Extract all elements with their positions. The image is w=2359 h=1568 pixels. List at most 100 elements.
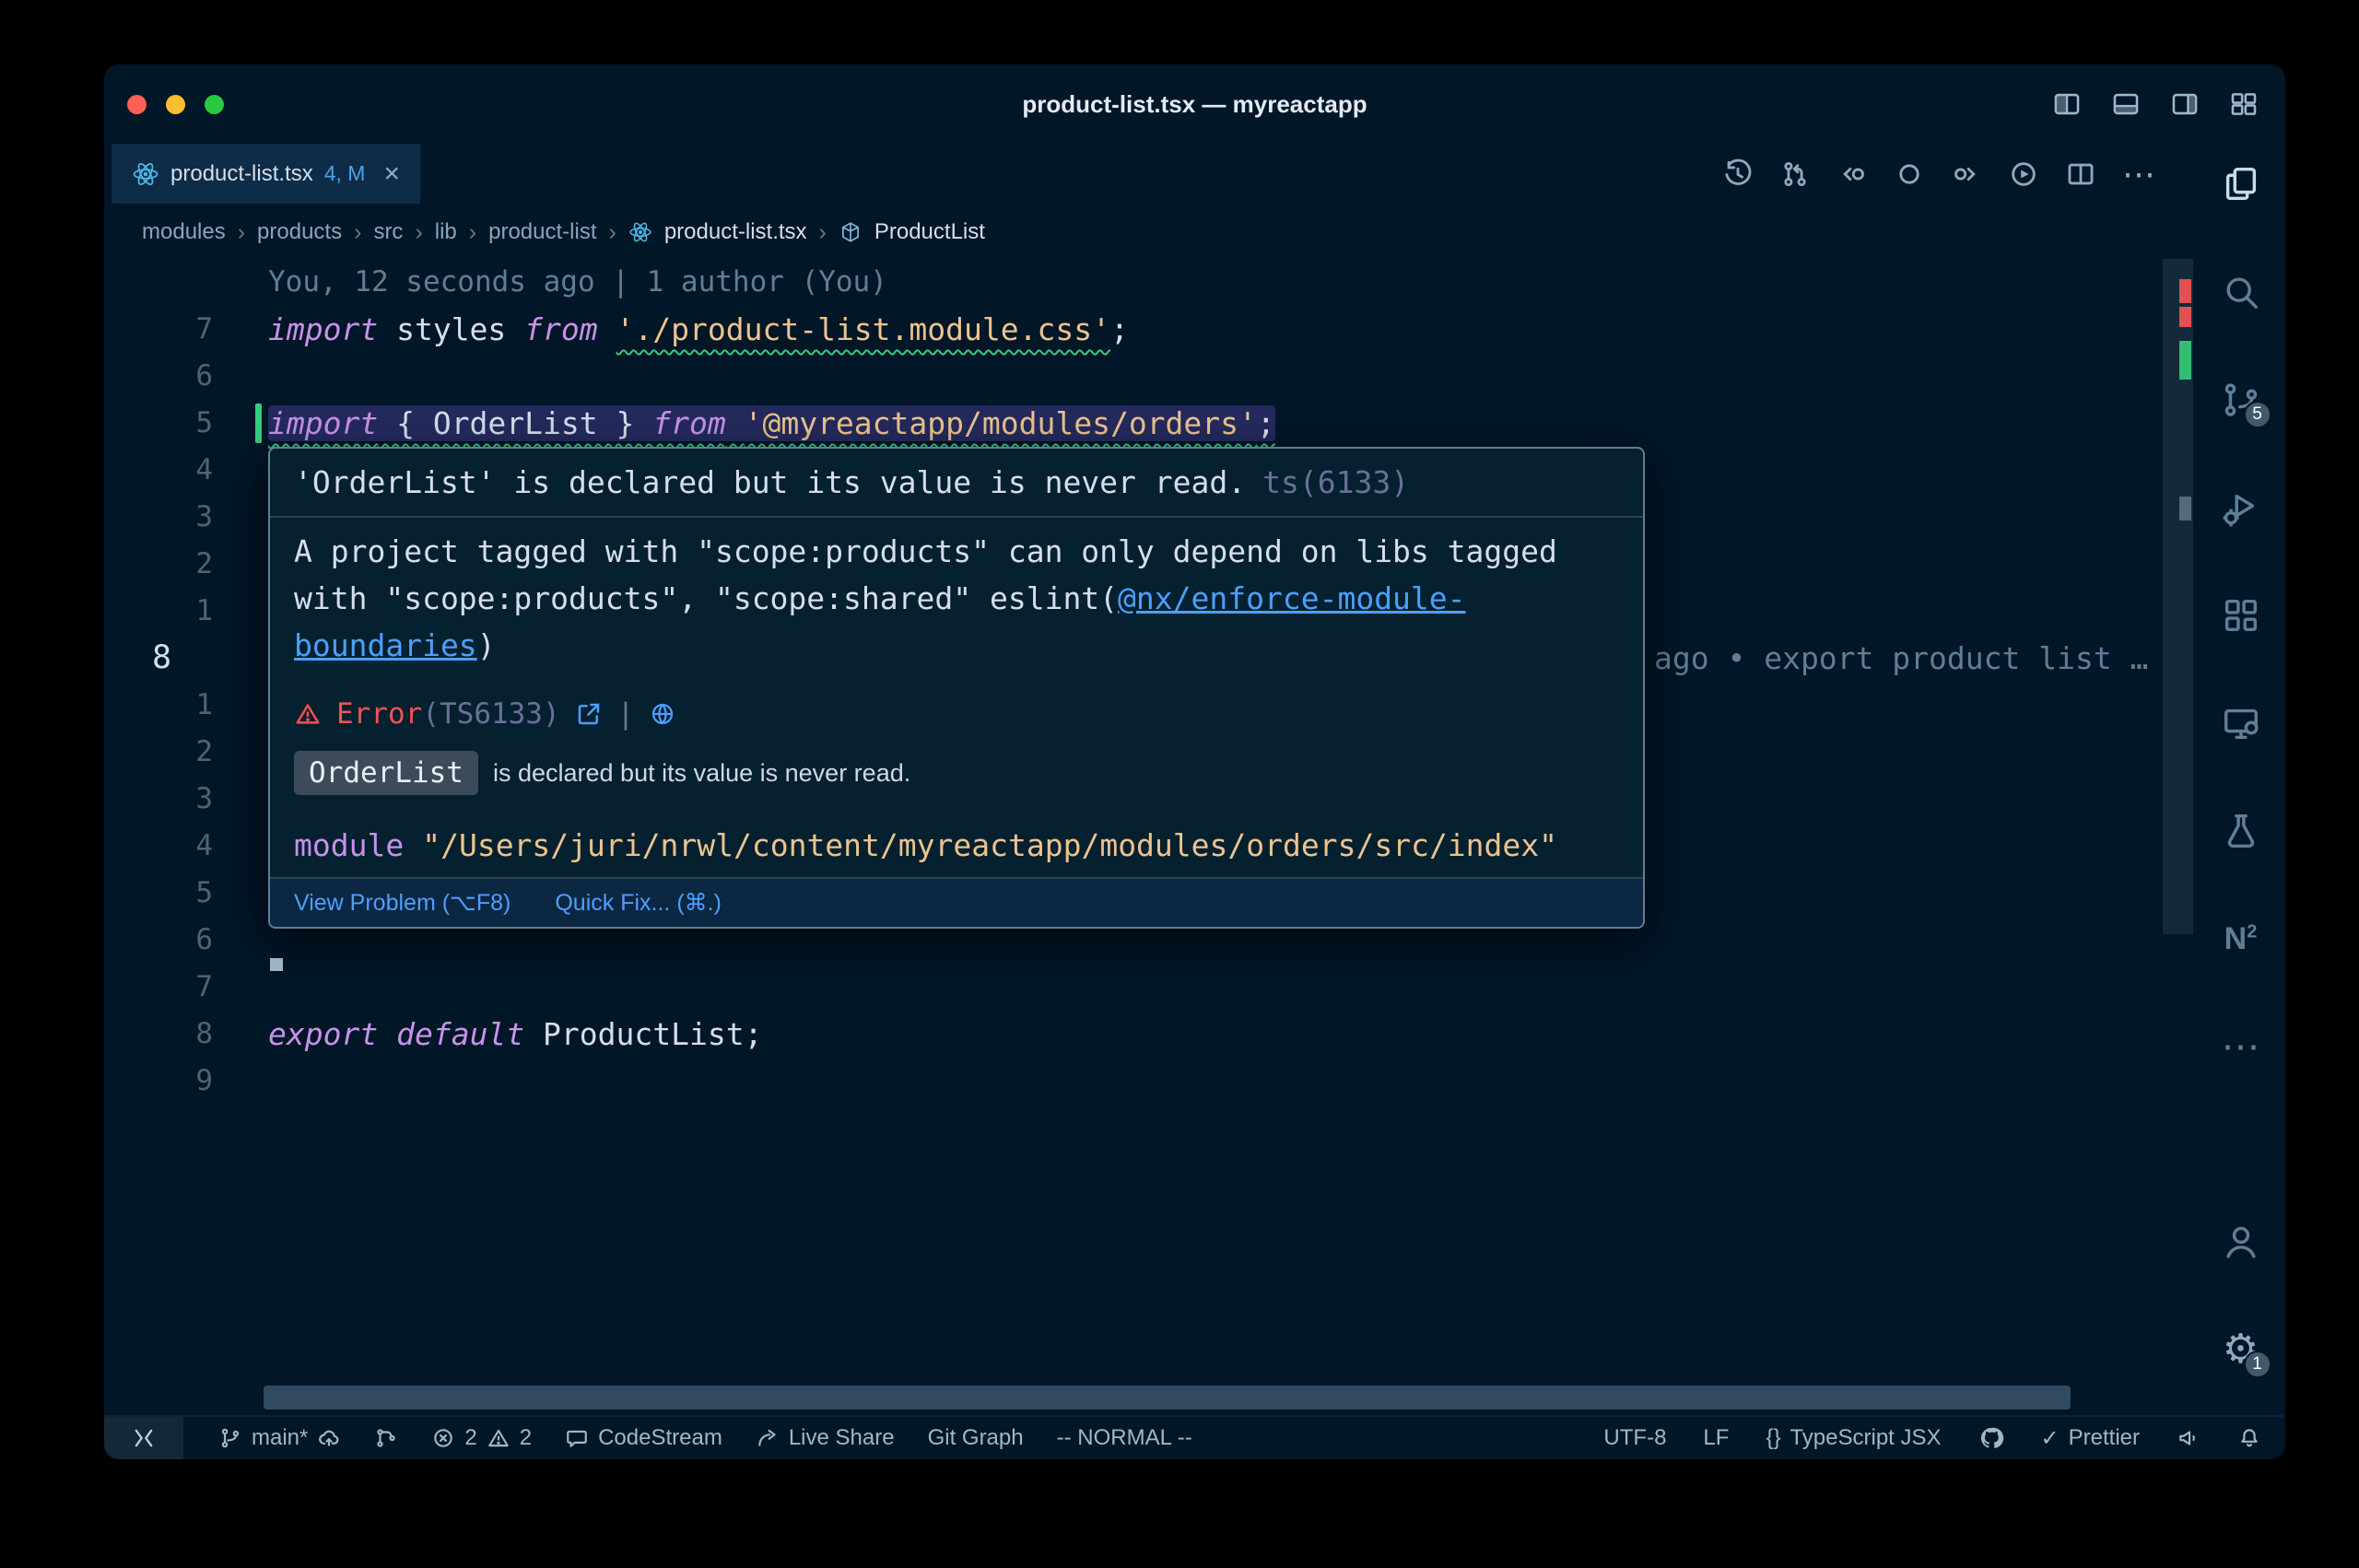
explorer-icon[interactable] (2218, 161, 2264, 207)
feedback-icon[interactable] (2177, 1426, 2201, 1450)
git-branch-icon (218, 1426, 242, 1450)
breadcrumb-item-product-list[interactable]: product-list (488, 219, 596, 245)
error-code: (TS6133) (422, 697, 559, 731)
notifications-bell-icon[interactable] (2237, 1426, 2261, 1450)
change-indicator-icon[interactable] (1894, 158, 1925, 190)
status-problems[interactable]: 2 2 (431, 1425, 532, 1451)
code-line[interactable]: 8 export default ProductList; (104, 1011, 2196, 1058)
status-encoding[interactable]: UTF-8 (1603, 1425, 1666, 1451)
code-line[interactable]: 7import styles from './product-list.modu… (104, 306, 2196, 353)
breadcrumb-item-products[interactable]: products (257, 219, 342, 245)
line-number[interactable]: 1 (104, 682, 213, 729)
separator: | (617, 694, 635, 734)
line-number[interactable]: 8 (104, 1011, 213, 1058)
run-debug-icon[interactable] (2218, 485, 2264, 531)
line-number[interactable]: 5 (104, 400, 213, 447)
status-prettier[interactable]: ✓ Prettier (2041, 1425, 2140, 1452)
breadcrumb-item-lib[interactable]: lib (435, 219, 457, 245)
breadcrumb-symbol[interactable]: ProductList (874, 219, 985, 245)
layout-panel-icon[interactable] (2110, 88, 2142, 120)
settings-gear-icon[interactable]: ⚙ 1 (2218, 1327, 2264, 1373)
run-file-icon[interactable] (2008, 158, 2039, 190)
title-bar: product-list.tsx — myreactapp (104, 64, 2285, 144)
view-problem-action[interactable]: View Problem (⌥F8) (294, 889, 511, 917)
previous-change-icon[interactable] (1837, 158, 1868, 190)
github-icon[interactable] (1978, 1425, 2004, 1451)
code-line[interactable]: 6 (104, 353, 2196, 400)
status-branch[interactable]: main* (218, 1425, 341, 1451)
error-label: Error (336, 697, 422, 731)
line-number[interactable]: 8 (152, 635, 171, 682)
line-number[interactable]: 2 (104, 729, 213, 776)
error-detail-text: is declared but its value is never read. (493, 759, 910, 788)
tab-label: product-list.tsx (170, 161, 313, 187)
status-vim-mode[interactable]: -- NORMAL -- (1057, 1425, 1192, 1451)
line-number[interactable]: 1 (104, 588, 213, 635)
overview-mark-deleted (2179, 279, 2191, 303)
code-line[interactable]: 5import { OrderList } from '@myreactapp/… (104, 400, 2196, 447)
line-number[interactable]: 2 (104, 541, 213, 588)
symbol-badge: OrderList (294, 751, 478, 795)
remote-explorer-icon[interactable] (2218, 700, 2264, 746)
live-share-icon (756, 1426, 780, 1450)
status-codestream[interactable]: CodeStream (565, 1425, 722, 1451)
blame-line[interactable]: You, 12 seconds ago | 1 author (You) (104, 259, 2196, 306)
tab-problems-modified-badge: 4, M (324, 161, 366, 186)
extensions-icon[interactable] (2218, 592, 2264, 638)
breadcrumb-item-src[interactable]: src (373, 219, 403, 245)
status-language[interactable]: {} TypeScript JSX (1766, 1425, 1941, 1451)
code-text: export default ProductList; (268, 1011, 762, 1058)
line-number[interactable]: 3 (104, 494, 213, 541)
breadcrumb-file[interactable]: product-list.tsx (664, 219, 807, 245)
search-icon[interactable] (2218, 269, 2264, 315)
window-title: product-list.tsx — myreactapp (104, 64, 2285, 144)
remote-indicator-button[interactable] (104, 1417, 183, 1459)
accounts-icon[interactable] (2218, 1219, 2264, 1265)
line-number[interactable]: 6 (104, 353, 213, 400)
timeline-history-icon[interactable] (1722, 158, 1754, 190)
quick-fix-action[interactable]: Quick Fix... (⌘.) (555, 889, 722, 917)
gitlens-icon[interactable] (374, 1426, 398, 1450)
layout-customize-icon[interactable] (2228, 88, 2259, 120)
nx-console-icon[interactable]: N2 (2218, 916, 2264, 962)
next-change-icon[interactable] (1951, 158, 1982, 190)
horizontal-scrollbar[interactable] (264, 1386, 2071, 1410)
status-gitgraph[interactable]: Git Graph (928, 1425, 1024, 1451)
hover-actions: View Problem (⌥F8) Quick Fix... (⌘.) (270, 877, 1643, 927)
breadcrumb: modules › products › src › lib › product… (104, 205, 2196, 259)
status-eol[interactable]: LF (1703, 1425, 1729, 1451)
status-liveshare[interactable]: Live Share (756, 1425, 895, 1451)
line-number[interactable]: 7 (104, 964, 213, 1011)
git-added-indicator (255, 404, 262, 443)
split-editor-icon[interactable] (2065, 158, 2096, 190)
line-number[interactable]: 7 (104, 306, 213, 353)
line-number[interactable]: 4 (104, 447, 213, 494)
testing-icon[interactable] (2218, 808, 2264, 854)
tab-product-list[interactable]: product-list.tsx 4, M × (111, 144, 420, 204)
source-control-icon[interactable]: 5 (2218, 377, 2264, 423)
react-file-icon (132, 160, 159, 188)
line-number[interactable]: 5 (104, 870, 213, 917)
line-number[interactable]: 3 (104, 776, 213, 823)
additional-views-icon[interactable]: ⋯ (2218, 1024, 2264, 1070)
symbol-cube-icon (839, 220, 863, 244)
line-number[interactable]: 4 (104, 823, 213, 870)
git-pull-request-icon[interactable] (1779, 158, 1811, 190)
layout-split-icon[interactable] (2051, 88, 2083, 120)
tab-bar: product-list.tsx 4, M × (104, 144, 2196, 204)
line-number[interactable]: 9 (104, 1058, 213, 1105)
code-line[interactable]: 7 (104, 964, 2196, 1011)
warning-triangle-icon (487, 1426, 511, 1450)
globe-icon[interactable] (649, 700, 676, 728)
line-number[interactable]: 6 (104, 917, 213, 964)
hover-module-section: module"/Users/juri/nrwl/content/myreacta… (270, 813, 1643, 877)
activity-bar: 5 N2 ⋯ ⚙ 1 (2196, 144, 2285, 1415)
code-line[interactable]: 9 (104, 1058, 2196, 1105)
breadcrumb-item-modules[interactable]: modules (142, 219, 226, 245)
module-keyword: module (294, 827, 404, 863)
open-external-icon[interactable] (575, 700, 603, 728)
layout-sidebar-right-icon[interactable] (2169, 88, 2201, 120)
tab-close-icon[interactable]: × (383, 160, 400, 188)
hover-resize-grip[interactable] (270, 958, 283, 971)
more-actions-icon[interactable]: ⋯ (2122, 151, 2155, 197)
